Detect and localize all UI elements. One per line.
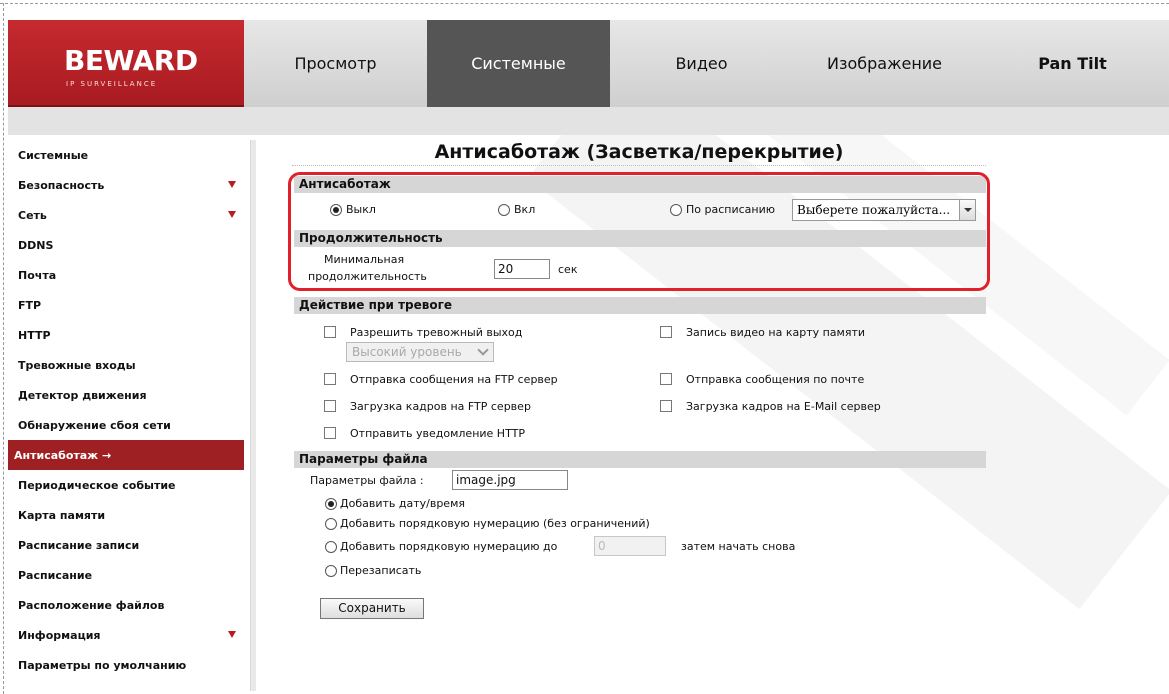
ftp-upload-checkbox[interactable] <box>324 400 336 412</box>
sidebar-item-label: Детектор движения <box>18 388 147 402</box>
radio-add-sequence-limit[interactable] <box>325 541 337 553</box>
sidebar-item-label: Обнаружение сбоя сети <box>18 418 171 432</box>
email-upload-checkbox[interactable] <box>660 400 672 412</box>
mail-message-checkbox[interactable] <box>660 373 672 385</box>
sidebar-item-label: HTTP <box>18 328 51 342</box>
sidebar-item-memory-card[interactable]: Карта памяти <box>8 500 244 530</box>
sidebar-item-label: FTP <box>18 298 42 312</box>
sidebar-item-label: Антисаботаж <box>14 448 99 462</box>
mail-message-label: Отправка сообщения по почте <box>686 373 865 386</box>
http-notify-label: Отправить уведомление HTTP <box>350 427 525 440</box>
sidebar-item-security[interactable]: Безопасность <box>8 170 244 200</box>
radio-add-sequence[interactable] <box>325 518 337 530</box>
sidebar-item-label: Параметры по умолчанию <box>18 658 187 672</box>
tab-pan-tilt[interactable]: Pan Tilt <box>976 20 1169 107</box>
radio-add-datetime-label: Добавить дату/время <box>340 497 465 510</box>
sidebar-item-label: Информация <box>18 628 101 642</box>
sidebar-item-label: Сеть <box>18 208 47 222</box>
sidebar-item-antisabotage[interactable]: Антисаботаж → <box>8 440 244 470</box>
page-title: Антисаботаж (Засветка/перекрытие) <box>434 141 844 163</box>
sidebar-item-label: Расписание <box>18 568 93 582</box>
file-name-input[interactable]: image.jpg <box>452 470 568 490</box>
sidebar-item-file-location[interactable]: Расположение файлов <box>8 590 244 620</box>
ftp-message-label: Отправка сообщения на FTP сервер <box>350 373 558 386</box>
sidebar: Системные Безопасность Сеть DDNS Почта F… <box>8 140 244 680</box>
sidebar-item-ddns[interactable]: DDNS <box>8 230 244 260</box>
tab-video[interactable]: Видео <box>610 20 793 107</box>
sidebar-item-label: Почта <box>18 268 57 282</box>
sidebar-item-mail[interactable]: Почта <box>8 260 244 290</box>
sequence-limit-input[interactable]: 0 <box>594 536 666 556</box>
alarm-output-label: Разрешить тревожный выход <box>350 326 523 339</box>
alarm-level-select[interactable]: Высокий уровень <box>346 342 494 362</box>
sidebar-item-record-schedule[interactable]: Расписание записи <box>8 530 244 560</box>
radio-add-datetime[interactable] <box>325 498 337 510</box>
alarm-output-checkbox[interactable] <box>324 326 336 338</box>
sidebar-item-label: Периодическое событие <box>18 478 176 492</box>
sidebar-item-label: Системные <box>18 148 89 162</box>
brand-logo[interactable]: BEWARD IP SURVEILLANCE <box>8 20 244 107</box>
section-header-actions: Действие при тревоге <box>294 297 986 314</box>
radio-overwrite-label: Перезаписать <box>340 564 422 577</box>
sidebar-item-info[interactable]: Информация <box>8 620 244 650</box>
sidebar-item-alarm-inputs[interactable]: Тревожные входы <box>8 350 244 380</box>
save-button[interactable]: Сохранить <box>320 598 424 619</box>
radio-add-sequence-label: Добавить порядковую нумерацию (без огран… <box>340 517 650 530</box>
arrow-right-icon: → <box>101 448 112 462</box>
sidebar-item-label: Расписание записи <box>18 538 140 552</box>
sidebar-item-network-failure[interactable]: Обнаружение сбоя сети <box>8 410 244 440</box>
ftp-upload-label: Загрузка кадров на FTP сервер <box>350 400 531 413</box>
file-name-label: Параметры файла : <box>310 474 424 487</box>
brand-tagline: IP SURVEILLANCE <box>66 80 158 88</box>
sidebar-item-label: Безопасность <box>18 178 105 192</box>
radio-add-sequence-limit-label: Добавить порядковую нумерацию до <box>340 540 558 553</box>
sidebar-item-label: Карта памяти <box>18 508 106 522</box>
ftp-message-checkbox[interactable] <box>324 373 336 385</box>
expand-arrow-icon <box>228 631 236 638</box>
email-upload-label: Загрузка кадров на E-Mail сервер <box>686 400 881 413</box>
sidebar-item-label: Расположение файлов <box>18 598 165 612</box>
sidebar-scrollbar[interactable] <box>250 140 256 691</box>
sidebar-item-system[interactable]: Системные <box>8 140 244 170</box>
http-notify-checkbox[interactable] <box>324 427 336 439</box>
radio-overwrite[interactable] <box>325 565 337 577</box>
sidebar-item-label: Тревожные входы <box>18 358 136 372</box>
sidebar-item-periodic-event[interactable]: Периодическое событие <box>8 470 244 500</box>
sidebar-item-network[interactable]: Сеть <box>8 200 244 230</box>
sidebar-item-motion-detector[interactable]: Детектор движения <box>8 380 244 410</box>
sequence-limit-suffix: затем начать снова <box>681 540 796 553</box>
frame-edge-top <box>0 3 1169 4</box>
sidebar-item-defaults[interactable]: Параметры по умолчанию <box>8 650 244 680</box>
highlight-frame <box>288 172 990 291</box>
tab-system[interactable]: Системные <box>427 20 610 107</box>
brand-name: BEWARD <box>64 44 198 77</box>
sidebar-item-schedule[interactable]: Расписание <box>8 560 244 590</box>
sidebar-item-label: DDNS <box>18 238 54 252</box>
expand-arrow-icon <box>228 181 236 188</box>
chevron-down-icon <box>477 344 489 356</box>
sidebar-item-http[interactable]: HTTP <box>8 320 244 350</box>
header-strip <box>8 107 1169 135</box>
section-header-file: Параметры файла <box>294 451 986 468</box>
sd-record-label: Запись видео на карту памяти <box>686 326 866 339</box>
expand-arrow-icon <box>228 211 236 218</box>
alarm-level-value: Высокий уровень <box>352 345 462 359</box>
sd-record-checkbox[interactable] <box>660 326 672 338</box>
tab-view[interactable]: Просмотр <box>244 20 427 107</box>
tab-image[interactable]: Изображение <box>793 20 976 107</box>
top-navigation: Просмотр Системные Видео Изображение Pan… <box>244 20 1169 107</box>
frame-edge-left <box>3 3 4 694</box>
sidebar-item-ftp[interactable]: FTP <box>8 290 244 320</box>
title-divider <box>292 165 986 166</box>
